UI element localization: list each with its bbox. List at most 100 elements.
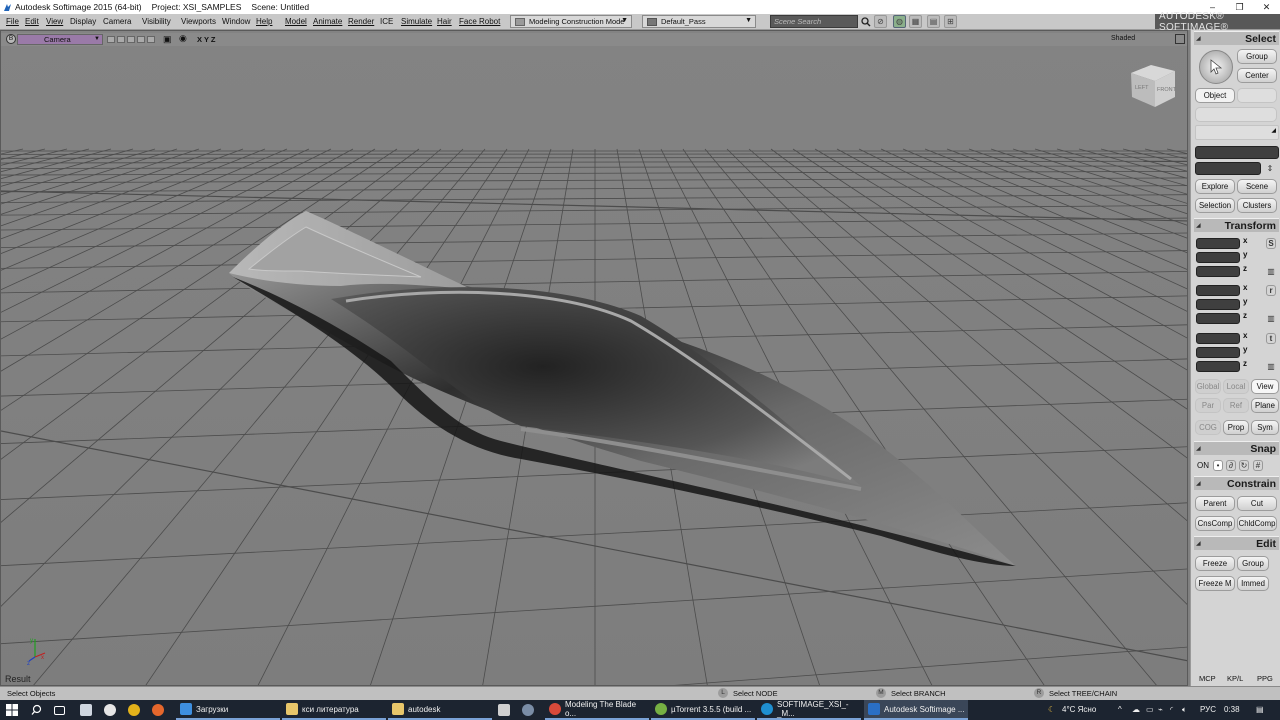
- camera-icon[interactable]: ▣: [163, 34, 172, 45]
- translate-lock-icon[interactable]: ▥: [1266, 361, 1276, 372]
- menu-help[interactable]: Help: [256, 17, 272, 26]
- pass-dropdown[interactable]: Default_Pass ▼: [642, 15, 756, 28]
- notifications-icon[interactable]: ▤: [1256, 705, 1264, 714]
- prop-button[interactable]: Prop: [1223, 420, 1249, 435]
- select-filter-slot[interactable]: [1237, 88, 1277, 103]
- display-mode-dropdown[interactable]: Shaded: [1111, 35, 1135, 42]
- app-pin-icon[interactable]: [128, 700, 144, 720]
- menu-face-robot[interactable]: Face Robot: [459, 17, 500, 26]
- maximize-viewport-icon[interactable]: [1175, 34, 1185, 44]
- globe-icon[interactable]: ◍: [893, 15, 906, 28]
- network-icon[interactable]: ▭: [1146, 705, 1154, 714]
- snap-on-toggle[interactable]: ON: [1197, 461, 1209, 470]
- select-filter-slot-2[interactable]: [1195, 107, 1277, 122]
- tab-mcp[interactable]: MCP: [1199, 674, 1216, 683]
- rotate-lock-icon[interactable]: ▥: [1266, 313, 1276, 324]
- panel-icon[interactable]: ▤: [927, 15, 940, 28]
- local-button[interactable]: Local: [1223, 379, 1249, 394]
- sym-button[interactable]: Sym: [1251, 420, 1279, 435]
- rotate-x-field[interactable]: [1196, 285, 1240, 296]
- taskbar-item-folder-literature[interactable]: кси литература: [282, 700, 386, 720]
- snap-grid-icon[interactable]: #: [1253, 460, 1263, 471]
- clear-search-icon[interactable]: ⊘: [874, 15, 887, 28]
- viewport-camera[interactable]: LEFT FRONT y x z B Camera ▼ ▣ ◉ X Y Z Sh…: [0, 30, 1188, 686]
- calculator-pin-icon[interactable]: [498, 700, 514, 720]
- scene-search-input[interactable]: Scene Search: [770, 15, 858, 28]
- select-group-button[interactable]: Group: [1237, 49, 1277, 64]
- rotate-z-field[interactable]: [1196, 313, 1240, 324]
- plane-button[interactable]: Plane: [1251, 398, 1279, 413]
- scale-button[interactable]: S: [1266, 238, 1276, 249]
- browser-pin-icon[interactable]: [104, 700, 120, 720]
- menu-render[interactable]: Render: [348, 17, 374, 26]
- volume-icon[interactable]: 🔈︎: [1182, 705, 1187, 715]
- language-indicator[interactable]: РУС: [1200, 705, 1216, 714]
- scale-lock-icon[interactable]: ▥: [1266, 266, 1276, 277]
- taskbar-item-softimage-app[interactable]: Autodesk Softimage ...: [864, 700, 968, 720]
- up-down-arrows-icon[interactable]: ⇕: [1265, 163, 1275, 174]
- scene-button[interactable]: Scene: [1237, 179, 1277, 194]
- translate-button[interactable]: t: [1266, 333, 1276, 344]
- taskbar-item-softimage-doc[interactable]: SOFTIMAGE_XSI_-_M...: [757, 700, 861, 720]
- firefox-pin-icon[interactable]: [152, 700, 168, 720]
- taskbar-item-folder-autodesk[interactable]: autodesk: [388, 700, 492, 720]
- eye-icon[interactable]: ◉: [179, 33, 187, 44]
- constrain-section-header[interactable]: ◢ Constrain: [1194, 476, 1279, 490]
- menu-visibility[interactable]: Visibility: [142, 17, 171, 26]
- menu-model[interactable]: Model: [285, 17, 307, 26]
- cloud-icon[interactable]: ☁: [1132, 705, 1140, 714]
- scale-y-field[interactable]: [1196, 252, 1240, 263]
- viewport-option-4[interactable]: [137, 36, 145, 43]
- viewport-option-3[interactable]: [127, 36, 135, 43]
- menu-animate[interactable]: Animate: [313, 17, 342, 26]
- viewport-option-5[interactable]: [147, 36, 155, 43]
- taskbar-item-utorrent[interactable]: µTorrent 3.5.5 (build ...: [651, 700, 755, 720]
- select-tool-button[interactable]: [1199, 50, 1233, 84]
- tab-ppg[interactable]: PPG: [1257, 674, 1273, 683]
- viewport-letter-badge[interactable]: B: [6, 34, 16, 44]
- menu-display[interactable]: Display: [70, 17, 96, 26]
- task-view-icon[interactable]: [54, 700, 69, 720]
- axis-toggle-xyz[interactable]: X Y Z: [197, 35, 215, 44]
- camera-dropdown[interactable]: Camera ▼: [17, 34, 103, 45]
- translate-z-field[interactable]: [1196, 361, 1240, 372]
- transform-section-header[interactable]: ◢ Transform: [1194, 218, 1279, 232]
- select-center-button[interactable]: Center: [1237, 68, 1277, 83]
- select-section-header[interactable]: ◢ Select: [1194, 31, 1279, 45]
- viewport-option-1[interactable]: [107, 36, 115, 43]
- menu-viewports[interactable]: Viewports: [181, 17, 216, 26]
- translate-y-field[interactable]: [1196, 347, 1240, 358]
- translate-x-field[interactable]: [1196, 333, 1240, 344]
- explore-button[interactable]: Explore: [1195, 179, 1235, 194]
- search-icon[interactable]: [859, 15, 872, 28]
- selection-filter-field[interactable]: [1195, 162, 1261, 175]
- selection-dropdown[interactable]: ◢: [1195, 125, 1279, 140]
- snap-section-header[interactable]: ◢ Snap: [1194, 441, 1279, 455]
- menu-window[interactable]: Window: [222, 17, 250, 26]
- taskbar-search-icon[interactable]: [31, 700, 43, 720]
- rotate-y-field[interactable]: [1196, 299, 1240, 310]
- explorer-pin-icon[interactable]: [80, 700, 96, 720]
- rotate-button[interactable]: r: [1266, 285, 1276, 296]
- menu-simulate[interactable]: Simulate: [401, 17, 432, 26]
- tray-expand-icon[interactable]: ^: [1118, 705, 1122, 714]
- menu-file[interactable]: File: [6, 17, 19, 26]
- start-menu-button[interactable]: [6, 700, 18, 720]
- selection-field[interactable]: [1195, 146, 1279, 159]
- viewport-option-2[interactable]: [117, 36, 125, 43]
- clusters-button[interactable]: Clusters: [1237, 198, 1277, 213]
- cnscomp-button[interactable]: CnsComp: [1195, 516, 1235, 531]
- clock-time[interactable]: 0:38: [1224, 705, 1240, 714]
- tab-kpl[interactable]: KP/L: [1227, 674, 1243, 683]
- edit-section-header[interactable]: ◢ Edit: [1194, 536, 1279, 550]
- menu-camera[interactable]: Camera: [103, 17, 131, 26]
- taskbar-item-downloads[interactable]: Загрузки: [176, 700, 280, 720]
- usb-icon[interactable]: ⌁: [1158, 705, 1163, 714]
- menu-ice[interactable]: ICE: [380, 17, 393, 26]
- snap-curve-icon[interactable]: ∂: [1226, 460, 1236, 471]
- weather-text[interactable]: 4°С Ясно: [1062, 705, 1096, 714]
- cog-button[interactable]: COG: [1195, 420, 1221, 435]
- scale-z-field[interactable]: [1196, 266, 1240, 277]
- menu-view[interactable]: View: [46, 17, 63, 26]
- snap-surface-icon[interactable]: ↻: [1239, 460, 1249, 471]
